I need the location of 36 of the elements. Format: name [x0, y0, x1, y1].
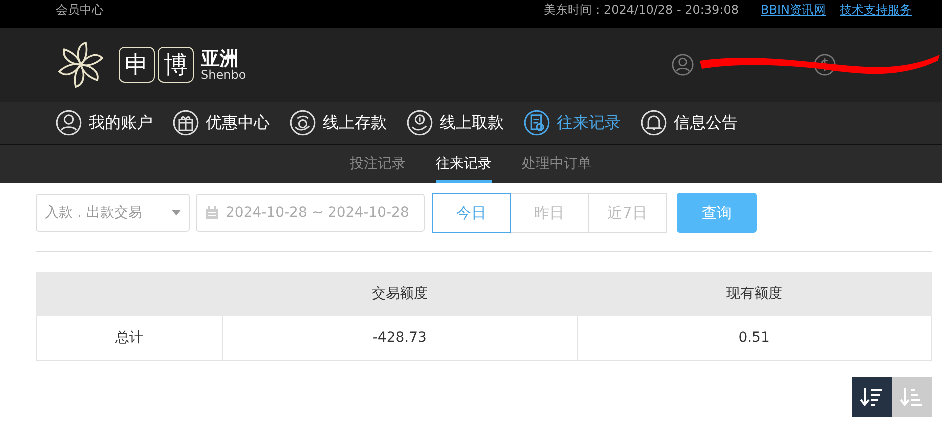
- type-dropdown[interactable]: 入款 . 出款交易: [36, 194, 190, 232]
- sort-lines-icon: [900, 385, 924, 409]
- table-cell: 总计: [36, 316, 223, 360]
- nav-tab[interactable]: 线上存款: [290, 110, 387, 136]
- page-title: 会员中心: [56, 2, 104, 18]
- logo-character: 申: [119, 47, 155, 83]
- logo-character: 博: [158, 47, 194, 83]
- top-link[interactable]: BBIN资讯网: [761, 2, 826, 18]
- document-icon: [524, 110, 550, 136]
- top-link[interactable]: 技术支持服务: [840, 2, 912, 18]
- sort-descending-button[interactable]: [852, 377, 892, 417]
- logo-text: 亚洲: [201, 50, 240, 68]
- nav-tab[interactable]: 信息公告: [641, 110, 738, 136]
- nav-tab[interactable]: 优惠中心: [173, 110, 270, 136]
- nav-tab[interactable]: 线上取款: [407, 110, 504, 136]
- coin-hand-icon: [290, 110, 316, 136]
- logo-subtext: Shenbo: [201, 68, 246, 80]
- nav-tab[interactable]: 我的账户: [56, 110, 153, 136]
- sub-tab[interactable]: 往来记录: [436, 145, 492, 183]
- sort-lines-icon: [860, 385, 884, 409]
- caret-icon: [172, 210, 181, 216]
- user-icon: [672, 54, 694, 76]
- sub-tab[interactable]: 处理中订单: [522, 145, 592, 183]
- server-time: 美东时间：2024/10/28 - 20:39:08: [544, 2, 740, 18]
- table-cell: 0.51: [577, 316, 932, 360]
- flower-logo-icon: [56, 40, 106, 90]
- user-icon: [56, 110, 82, 136]
- column-header: 现有额度: [577, 272, 932, 316]
- nav-tab[interactable]: 往来记录: [524, 110, 621, 136]
- column-header: 交易额度: [222, 272, 578, 316]
- bell-icon: [641, 110, 667, 136]
- calendar-icon: [205, 206, 219, 220]
- dollar-hand-icon: [407, 110, 433, 136]
- gift-icon: [173, 110, 199, 136]
- table-cell: -428.73: [222, 316, 578, 360]
- sub-tab[interactable]: 投注记录: [350, 145, 406, 183]
